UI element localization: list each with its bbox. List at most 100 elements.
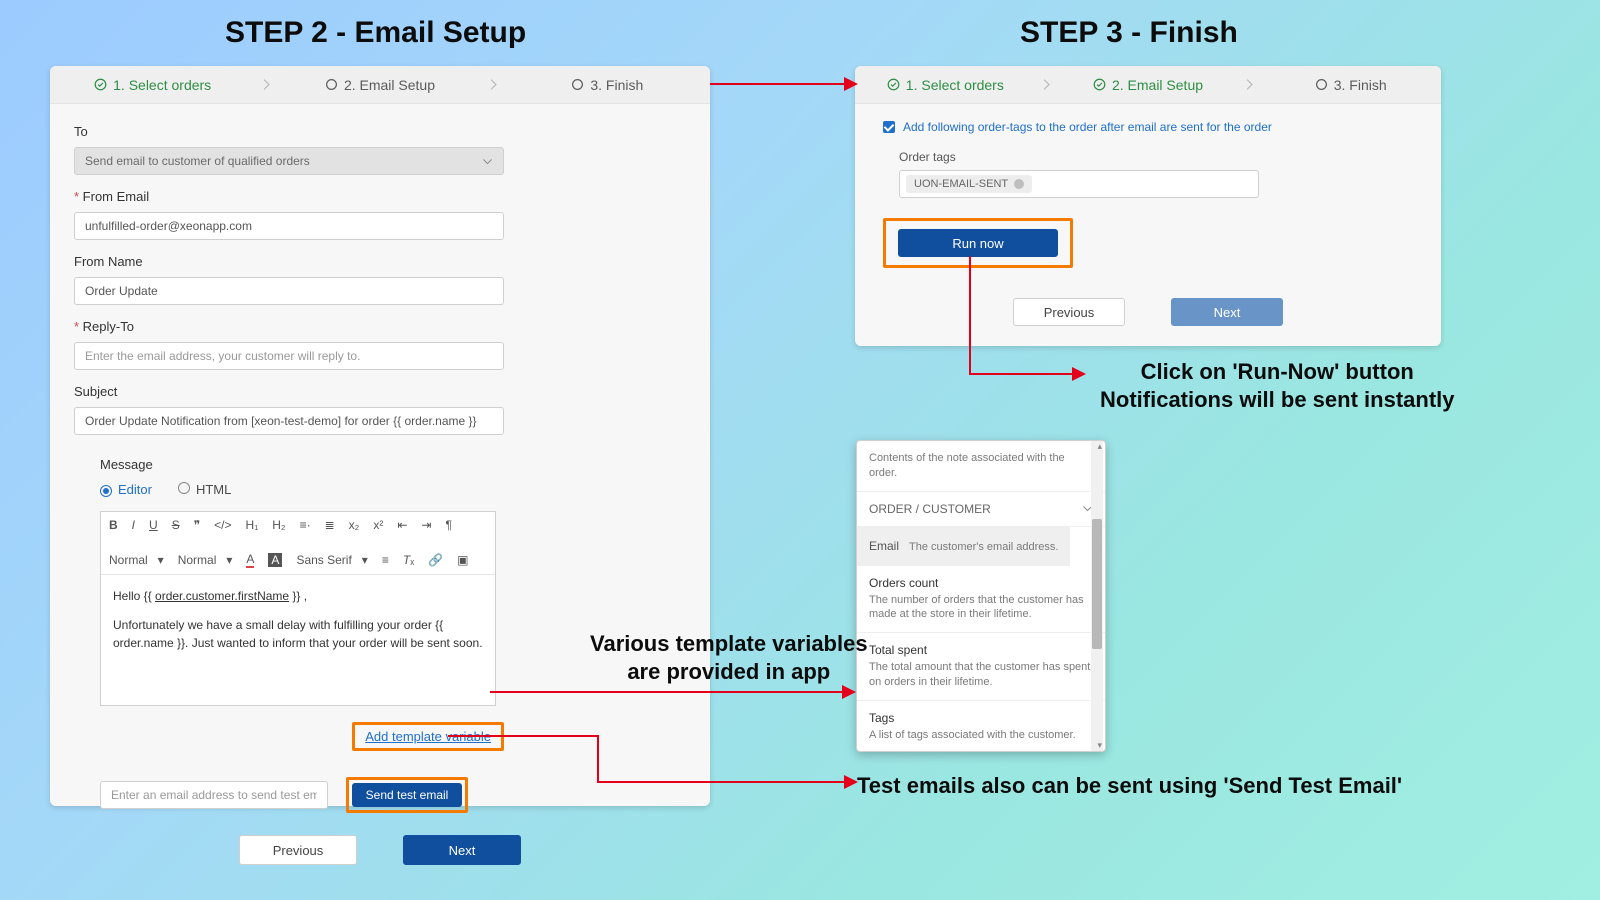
indent-icon[interactable]: ⇥	[421, 518, 431, 532]
unordered-list-icon[interactable]: ≣	[325, 518, 335, 532]
step-label: 3. Finish	[1334, 77, 1387, 93]
chevron-down-icon	[482, 156, 493, 167]
order-tags-field[interactable]: UON-EMAIL-SENT	[899, 170, 1259, 198]
from-name-input[interactable]	[74, 277, 504, 305]
from-email-input[interactable]	[74, 212, 504, 240]
bg-color-icon[interactable]: A	[268, 553, 282, 567]
variable-note: Contents of the note associated with the…	[857, 441, 1105, 492]
h2-icon[interactable]: H₂	[272, 518, 285, 532]
ordered-list-icon[interactable]: ≡·	[300, 518, 311, 532]
step-label: 1. Select orders	[113, 77, 211, 93]
editor-toolbar: B I U S ❞ </> H₁ H₂ ≡· ≣ x₂ x² ⇤ ⇥ ¶ Nor…	[101, 512, 495, 575]
arrow-icon	[960, 256, 1090, 386]
variable-item[interactable]: Total spentThe total amount that the cus…	[857, 633, 1105, 701]
chevron-right-icon	[1040, 78, 1053, 91]
title-step3: STEP 3 - Finish	[1020, 16, 1238, 50]
bold-icon[interactable]: B	[109, 518, 118, 532]
step-select-orders[interactable]: 1. Select orders	[855, 77, 1036, 93]
font-select[interactable]: Sans Serif▾	[296, 553, 367, 567]
to-select-value: Send email to customer of qualified orde…	[85, 154, 310, 168]
reply-to-input[interactable]	[74, 342, 504, 370]
text-color-icon[interactable]: A	[246, 552, 254, 568]
step-email-setup[interactable]: 2. Email Setup	[277, 77, 482, 93]
step-finish[interactable]: 3. Finish	[1260, 77, 1441, 93]
stepper: 1. Select orders 2. Email Setup 3. Finis…	[855, 66, 1441, 104]
step-email-setup[interactable]: 2. Email Setup	[1058, 77, 1239, 93]
to-label: To	[74, 124, 686, 139]
step-finish[interactable]: 3. Finish	[505, 77, 710, 93]
stepper: 1. Select orders 2. Email Setup 3. Finis…	[50, 66, 710, 104]
next-button[interactable]: Next	[1171, 298, 1283, 326]
step-label: 1. Select orders	[906, 77, 1004, 93]
add-tags-label: Add following order-tags to the order af…	[903, 120, 1272, 134]
link-icon[interactable]: 🔗	[428, 553, 443, 567]
superscript-icon[interactable]: x²	[373, 518, 383, 532]
check-circle-icon	[1093, 78, 1106, 91]
circle-icon	[325, 78, 338, 91]
pilcrow-icon[interactable]: ¶	[445, 518, 451, 532]
message-label: Message	[100, 457, 686, 472]
variable-item[interactable]: EmailThe customer's email address.	[857, 527, 1070, 566]
chevron-right-icon	[487, 78, 500, 91]
rich-text-editor: B I U S ❞ </> H₁ H₂ ≡· ≣ x₂ x² ⇤ ⇥ ¶ Nor…	[100, 511, 496, 706]
code-icon[interactable]: </>	[214, 518, 231, 532]
radio-html[interactable]: HTML	[178, 482, 231, 497]
send-test-email-button[interactable]: Send test email	[352, 783, 462, 807]
outdent-icon[interactable]: ⇤	[397, 518, 407, 532]
radio-icon	[178, 482, 190, 494]
arrow-icon	[448, 730, 858, 790]
italic-icon[interactable]: I	[132, 518, 135, 532]
strike-icon[interactable]: S	[172, 518, 180, 532]
variable-item[interactable]: Orders countThe number of orders that th…	[857, 566, 1105, 634]
radio-editor[interactable]: Editor	[100, 482, 152, 497]
underline-icon[interactable]: U	[149, 518, 158, 532]
subject-input[interactable]	[74, 407, 504, 435]
add-tags-checkbox[interactable]	[883, 121, 895, 133]
subscript-icon[interactable]: x₂	[349, 518, 360, 532]
previous-button[interactable]: Previous	[239, 835, 357, 865]
next-button[interactable]: Next	[403, 835, 521, 865]
circle-icon	[571, 78, 584, 91]
quote-icon[interactable]: ❞	[194, 518, 200, 532]
finish-panel: 1. Select orders 2. Email Setup 3. Finis…	[855, 66, 1441, 346]
scrollbar[interactable]: ▴ ▾	[1091, 441, 1103, 751]
chevron-right-icon	[260, 78, 273, 91]
variable-item[interactable]: TagsA list of tags associated with the c…	[857, 701, 1105, 752]
test-email-input[interactable]	[100, 781, 328, 809]
remove-tag-icon[interactable]	[1014, 179, 1024, 189]
arrow-icon	[490, 684, 856, 700]
size-select[interactable]: Normal▾	[178, 553, 233, 567]
subject-label: Subject	[74, 384, 686, 399]
arrow-icon	[710, 72, 858, 96]
to-select[interactable]: Send email to customer of qualified orde…	[74, 147, 504, 175]
paragraph-select[interactable]: Normal▾	[109, 553, 164, 567]
step-label: 2. Email Setup	[344, 77, 435, 93]
h1-icon[interactable]: H₁	[246, 518, 259, 532]
image-icon[interactable]: ▣	[457, 553, 468, 567]
step-label: 3. Finish	[590, 77, 643, 93]
clear-format-icon[interactable]: Tₓ	[403, 553, 414, 567]
from-name-label: From Name	[74, 254, 686, 269]
order-tags-label: Order tags	[899, 150, 1413, 164]
radio-html-label: HTML	[196, 482, 231, 497]
align-icon[interactable]: ≡	[382, 553, 389, 567]
annotation-run: Click on 'Run-Now' buttonNotifications w…	[1100, 358, 1455, 413]
chevron-right-icon	[1243, 78, 1256, 91]
variable-section-header[interactable]: ORDER / CUSTOMER	[857, 492, 1105, 527]
reply-to-label: Reply-To	[74, 319, 686, 334]
annotation-vars: Various template variablesare provided i…	[590, 630, 868, 685]
check-circle-icon	[887, 78, 900, 91]
check-circle-icon	[94, 78, 107, 91]
radio-icon	[100, 485, 112, 497]
run-now-button[interactable]: Run now	[898, 229, 1058, 257]
radio-editor-label: Editor	[118, 482, 152, 497]
template-variable-dropdown[interactable]: Contents of the note associated with the…	[856, 440, 1106, 752]
circle-icon	[1315, 78, 1328, 91]
from-email-label: From Email	[74, 189, 686, 204]
title-step2: STEP 2 - Email Setup	[225, 16, 526, 50]
editor-content[interactable]: Hello {{ order.customer.firstName }} , U…	[101, 575, 495, 705]
step-label: 2. Email Setup	[1112, 77, 1203, 93]
annotation-test: Test emails also can be sent using 'Send…	[857, 772, 1402, 800]
step-select-orders[interactable]: 1. Select orders	[50, 77, 255, 93]
tag-chip[interactable]: UON-EMAIL-SENT	[906, 175, 1032, 193]
